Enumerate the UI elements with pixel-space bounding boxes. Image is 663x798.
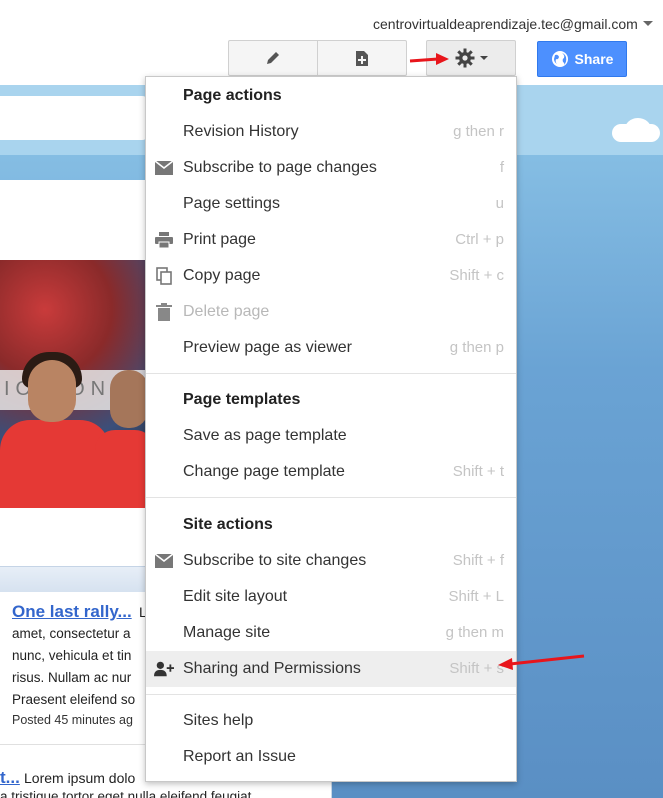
person-shirt: [95, 430, 150, 508]
share-button-label: Share: [574, 51, 614, 67]
menu-divider: [146, 497, 516, 498]
menu-item-label: Print page: [183, 231, 256, 248]
menu-item-page-settings[interactable]: Page settings u: [146, 186, 516, 222]
menu-section-header: Page actions: [146, 78, 516, 114]
team-photo: ION ONL: [0, 260, 150, 508]
menu-item-manage-site[interactable]: Manage site g then m: [146, 615, 516, 651]
site-actions-header: Site actions: [183, 516, 273, 533]
menu-item-report-issue[interactable]: Report an Issue: [146, 739, 516, 775]
page-actions-menu: Page actions Revision History g then r S…: [145, 76, 517, 782]
menu-item-sites-help[interactable]: Sites help: [146, 703, 516, 739]
menu-item-subscribe-page[interactable]: Subscribe to page changes f: [146, 150, 516, 186]
post-snippet: Lorem ipsum dolo: [24, 770, 136, 786]
post-snippet-line: a tristique tortor eget nulla eleifend f…: [0, 789, 252, 798]
post-title-link[interactable]: t...: [0, 768, 20, 788]
post-snippet-line: Praesent eleifend so: [12, 692, 136, 707]
page-actions-header: Page actions: [183, 87, 282, 104]
site-search-box[interactable]: [0, 96, 150, 140]
menu-item-label: Report an Issue: [183, 748, 296, 765]
person-shirt: [0, 420, 110, 508]
menu-item-label: Save as page template: [183, 427, 347, 444]
menu-item-label: Copy page: [183, 267, 261, 284]
share-button[interactable]: Share: [537, 41, 627, 77]
menu-item-shortcut: Shift + t: [452, 463, 504, 480]
google-sites-page: ION ONL One last rally... L amet, consec…: [0, 0, 663, 798]
globe-icon: [551, 51, 568, 67]
post-snippet-line: amet, consectetur a: [12, 626, 131, 641]
menu-item-print-page[interactable]: Print page Ctrl + p: [146, 222, 516, 258]
envelope-icon: [154, 552, 174, 570]
menu-item-subscribe-site[interactable]: Subscribe to site changes Shift + f: [146, 543, 516, 579]
cloud-decoration: [625, 118, 651, 140]
account-email[interactable]: centrovirtualdeaprendizaje.tec@gmail.com: [373, 16, 638, 32]
menu-item-delete-page: Delete page: [146, 294, 516, 330]
printer-icon: [154, 231, 174, 249]
new-page-button[interactable]: [317, 40, 407, 76]
menu-item-label: Delete page: [183, 303, 270, 320]
menu-item-label: Subscribe to page changes: [183, 159, 377, 176]
envelope-icon: [154, 159, 174, 177]
menu-item-label: Edit site layout: [183, 588, 288, 605]
pencil-icon: [267, 52, 279, 64]
gear-icon: [455, 48, 474, 68]
post-title-link[interactable]: One last rally...: [12, 602, 132, 622]
menu-item-shortcut: Shift + c: [449, 267, 504, 284]
menu-item-shortcut: Ctrl + p: [455, 231, 504, 248]
menu-item-shortcut: f: [499, 159, 504, 176]
menu-divider: [146, 694, 516, 695]
menu-section-header: Page templates: [146, 382, 516, 418]
menu-item-label: Sharing and Permissions: [183, 660, 361, 677]
menu-item-label: Subscribe to site changes: [183, 552, 367, 569]
menu-item-change-template[interactable]: Change page template Shift + t: [146, 454, 516, 490]
menu-section-header: Site actions: [146, 507, 516, 543]
menu-item-copy-page[interactable]: Copy page Shift + c: [146, 258, 516, 294]
chevron-down-icon: [479, 56, 488, 60]
menu-item-shortcut: g then m: [445, 624, 504, 641]
menu-item-label: Preview page as viewer: [183, 339, 352, 356]
menu-item-revision-history[interactable]: Revision History g then r: [146, 114, 516, 150]
trash-icon: [154, 303, 174, 321]
menu-item-save-template[interactable]: Save as page template: [146, 418, 516, 454]
add-person-icon: [154, 660, 174, 678]
post-snippet-line: nunc, vehicula et tin: [12, 648, 132, 663]
person-face: [28, 360, 76, 422]
menu-item-label: Manage site: [183, 624, 271, 641]
menu-item-label: Change page template: [183, 463, 345, 480]
menu-item-label: Page settings: [183, 195, 280, 212]
menu-item-shortcut: Shift + f: [452, 552, 504, 569]
menu-item-preview-viewer[interactable]: Preview page as viewer g then p: [146, 330, 516, 366]
menu-item-edit-site-layout[interactable]: Edit site layout Shift + L: [146, 579, 516, 615]
annotation-arrow-icon: [409, 53, 449, 65]
account-dropdown-icon[interactable]: [643, 21, 653, 26]
menu-item-shortcut: g then p: [449, 339, 504, 356]
menu-item-sharing-permissions[interactable]: Sharing and Permissions Shift + s: [146, 651, 516, 687]
new-page-icon: [356, 50, 368, 66]
page-templates-header: Page templates: [183, 391, 301, 408]
menu-item-label: Revision History: [183, 123, 299, 140]
menu-item-label: Sites help: [183, 712, 254, 729]
menu-item-shortcut: u: [495, 195, 504, 212]
copy-icon: [154, 267, 174, 285]
menu-item-shortcut: g then r: [453, 123, 504, 140]
post-snippet-line: risus. Nullam ac nur: [12, 670, 132, 685]
annotation-arrow-icon: [498, 654, 585, 670]
post-meta: Posted 45 minutes ag: [12, 713, 133, 727]
menu-divider: [146, 373, 516, 374]
edit-page-button[interactable]: [228, 40, 318, 76]
menu-item-shortcut: Shift + L: [448, 588, 504, 605]
person-face: [110, 370, 148, 428]
